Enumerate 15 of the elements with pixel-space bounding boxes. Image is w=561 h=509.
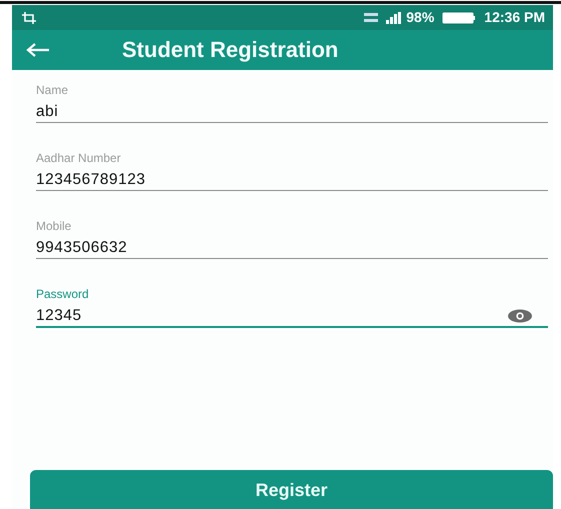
signal-icon <box>386 12 402 24</box>
eye-icon[interactable] <box>508 309 532 323</box>
field-label: Name <box>36 82 70 98</box>
input-field[interactable]: abi <box>36 102 548 122</box>
input-field[interactable]: 12345 <box>36 306 508 326</box>
input-field[interactable]: 9943506632 <box>36 238 548 258</box>
battery-icon <box>442 12 476 24</box>
back-arrow-icon[interactable] <box>26 42 50 58</box>
input-field[interactable]: 123456789123 <box>36 170 548 190</box>
battery-percent: 98% <box>406 8 434 27</box>
field-label: Password <box>36 286 90 302</box>
clock-time: 12:36 PM <box>484 8 545 27</box>
screen-title: Student Registration <box>122 36 338 64</box>
field-label: Aadhar Number <box>36 150 122 166</box>
field-label: Mobile <box>36 218 72 234</box>
